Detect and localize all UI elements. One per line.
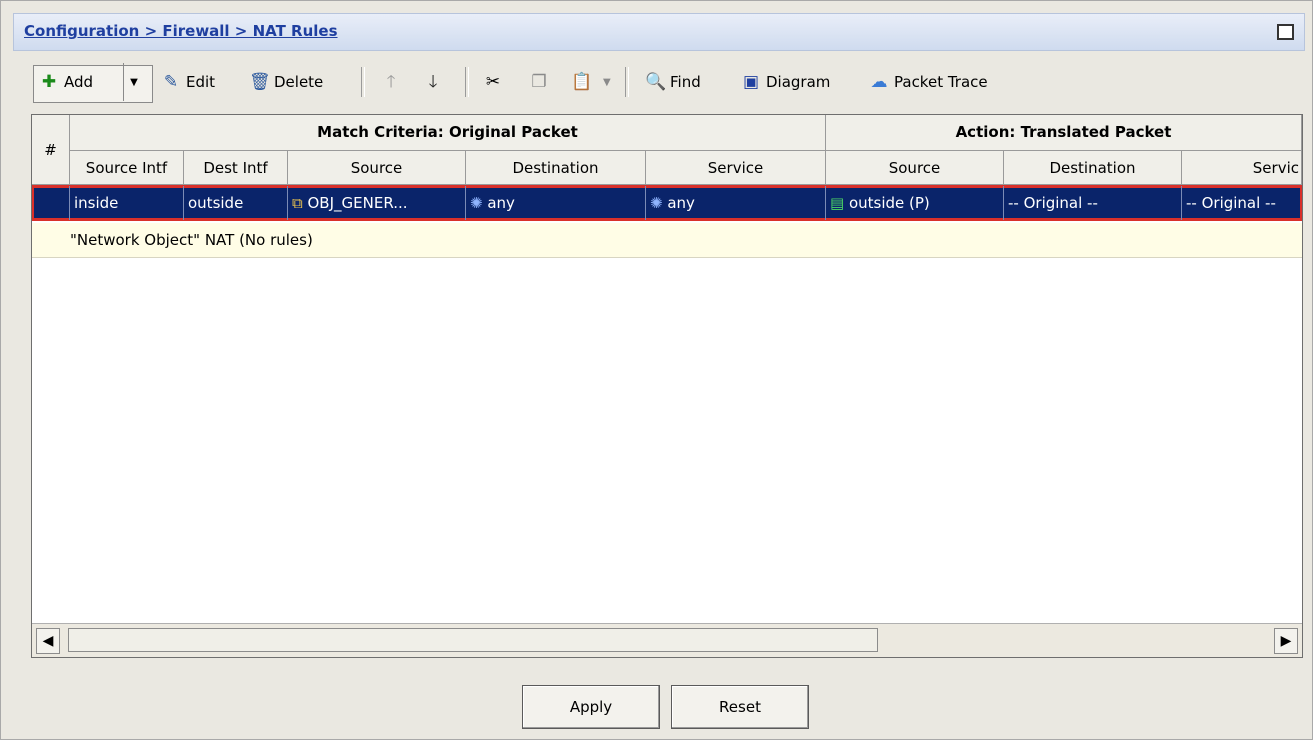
edit-icon: ✎ <box>163 72 179 92</box>
diagram-icon: ▣ <box>742 72 760 92</box>
paste-button[interactable]: 📋 <box>571 63 593 101</box>
horizontal-scrollbar[interactable]: ◀ ▶ <box>32 623 1302 657</box>
cell-translated-destination: -- Original -- <box>1004 186 1182 220</box>
interface-icon: ▤ <box>830 194 845 212</box>
copy-button[interactable]: ❐ <box>529 63 549 101</box>
cell-destination-text: any <box>487 194 515 212</box>
cell-service: ✺ any <box>646 186 826 220</box>
chevron-down-icon: ▼ <box>603 76 611 88</box>
scroll-left-button[interactable]: ◀ <box>36 628 60 654</box>
toolbar-separator <box>361 67 365 97</box>
packet-trace-label: Packet Trace <box>894 73 988 91</box>
packet-trace-button[interactable]: ☁ Packet Trace <box>869 63 988 101</box>
reset-button[interactable]: Reset <box>671 685 809 729</box>
group-header-match-criteria: Match Criteria: Original Packet <box>70 115 826 151</box>
toolbar-separator <box>625 67 629 97</box>
cell-dest-intf: outside <box>184 186 288 220</box>
section-row-network-object-nat[interactable]: "Network Object" NAT (No rules) <box>32 223 1302 258</box>
section-row-label: "Network Object" NAT (No rules) <box>70 231 313 249</box>
column-header-translated-service[interactable]: Servic <box>1182 151 1302 185</box>
move-up-button[interactable]: 🡑 <box>381 63 401 101</box>
cell-destination: ✺ any <box>466 186 646 220</box>
column-header-service[interactable]: Service <box>646 151 826 185</box>
scroll-right-button[interactable]: ▶ <box>1274 628 1298 654</box>
chevron-down-icon: ▼ <box>130 76 138 88</box>
nat-rules-table: # Match Criteria: Original Packet Action… <box>31 114 1303 658</box>
cell-source-text: OBJ_GENER... <box>307 194 408 212</box>
row-number-cell <box>32 186 70 220</box>
magnifier-icon: 🔍 <box>645 72 667 92</box>
chevron-left-icon: ◀ <box>42 633 54 649</box>
column-header-translated-destination[interactable]: Destination <box>1004 151 1182 185</box>
nat-rules-panel: Configuration > Firewall > NAT Rules ✚ A… <box>0 0 1313 740</box>
footer-bar: Apply Reset <box>1 671 1312 739</box>
scissors-icon: ✂ <box>485 72 501 92</box>
add-button[interactable]: ✚ Add <box>39 63 93 101</box>
move-down-button[interactable]: 🡓 <box>423 63 443 101</box>
find-label: Find <box>670 73 701 91</box>
cell-source-intf: inside <box>70 186 184 220</box>
diagram-label: Diagram <box>766 73 831 91</box>
toolbar: ✚ Add ▼ ✎ Edit 🗑 Delete 🡑 🡓 ✂ ❐ 📋 ▼ 🔍 Fi… <box>31 63 1301 103</box>
cell-source: ⧉ OBJ_GENER... <box>288 186 466 220</box>
panel-header: Configuration > Firewall > NAT Rules <box>13 13 1305 51</box>
column-header-dest-intf[interactable]: Dest Intf <box>184 151 288 185</box>
add-dropdown[interactable]: ▼ <box>123 63 144 101</box>
diagram-button[interactable]: ▣ Diagram <box>741 63 830 101</box>
apply-button[interactable]: Apply <box>522 685 660 729</box>
column-header-source-intf[interactable]: Source Intf <box>70 151 184 185</box>
toolbar-separator <box>465 67 469 97</box>
cell-translated-source-text: outside (P) <box>848 194 930 212</box>
trash-icon: 🗑 <box>249 72 271 92</box>
any-network-icon: ✺ <box>470 194 483 212</box>
column-header-number[interactable]: # <box>32 115 70 185</box>
cell-service-text: any <box>667 194 695 212</box>
arrow-up-icon: 🡑 <box>386 72 396 92</box>
copy-icon: ❐ <box>531 72 547 92</box>
column-header-translated-source[interactable]: Source <box>826 151 1004 185</box>
cell-translated-source: ▤ outside (P) <box>826 186 1004 220</box>
arrow-down-icon: 🡓 <box>428 72 438 92</box>
any-service-icon: ✺ <box>650 194 663 212</box>
edit-button[interactable]: ✎ Edit <box>161 63 215 101</box>
table-row[interactable]: inside outside ⧉ OBJ_GENER... ✺ any ✺ an… <box>32 185 1302 221</box>
find-button[interactable]: 🔍 Find <box>645 63 701 101</box>
paste-dropdown[interactable]: ▼ <box>603 63 611 101</box>
delete-label: Delete <box>274 73 324 91</box>
cut-button[interactable]: ✂ <box>483 63 503 101</box>
network-object-icon: ⧉ <box>292 194 303 212</box>
column-header-destination[interactable]: Destination <box>466 151 646 185</box>
edit-label: Edit <box>186 73 216 91</box>
cell-translated-service: -- Original -- <box>1186 194 1276 212</box>
column-header-source[interactable]: Source <box>288 151 466 185</box>
plus-icon: ✚ <box>41 72 57 92</box>
maximize-button[interactable] <box>1277 24 1294 40</box>
paste-icon: 📋 <box>571 72 593 92</box>
chevron-right-icon: ▶ <box>1280 633 1292 649</box>
delete-button[interactable]: 🗑 Delete <box>249 63 323 101</box>
scrollbar-thumb[interactable] <box>68 628 878 652</box>
packet-trace-icon: ☁ <box>870 72 888 92</box>
add-label: Add <box>64 73 94 91</box>
group-header-action: Action: Translated Packet <box>826 115 1302 151</box>
breadcrumb[interactable]: Configuration > Firewall > NAT Rules <box>24 22 338 40</box>
